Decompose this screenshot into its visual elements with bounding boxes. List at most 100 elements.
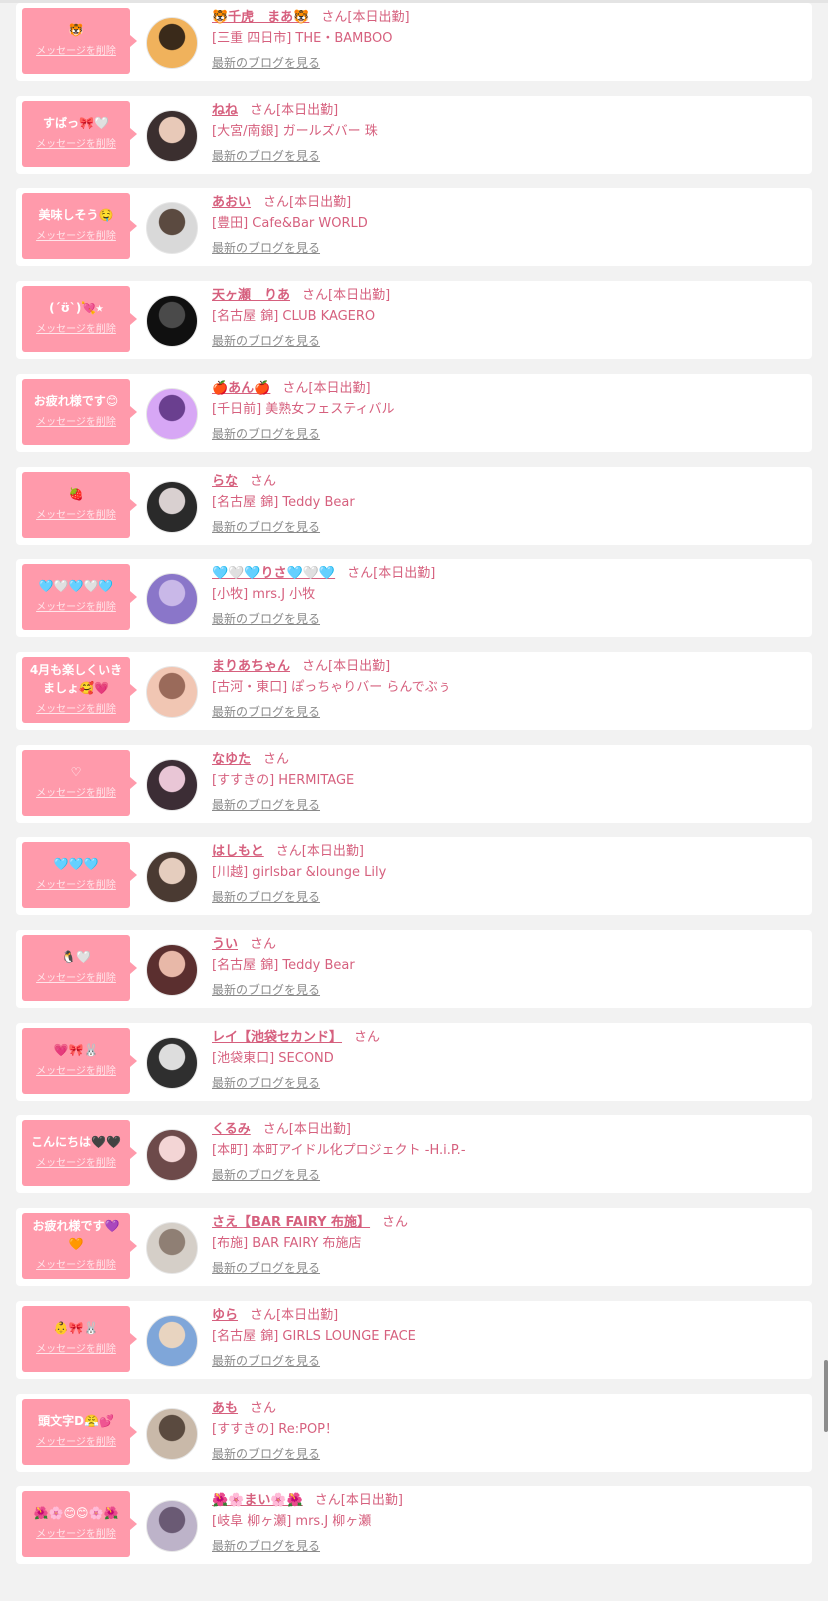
profile-name-link[interactable]: さえ【BAR FAIRY 布施】: [212, 1215, 370, 1230]
shop-name: [小牧] mrs.J 小牧: [212, 587, 316, 603]
profile-name-link[interactable]: あも: [212, 1401, 238, 1416]
delete-message-link[interactable]: メッセージを削除: [36, 507, 116, 525]
avatar[interactable]: [146, 1222, 198, 1275]
avatar[interactable]: [146, 202, 198, 255]
latest-blog-link[interactable]: 最新のブログを見る: [212, 978, 806, 1002]
latest-blog-link[interactable]: 最新のブログを見る: [212, 793, 806, 817]
delete-message-link[interactable]: メッセージを削除: [36, 970, 116, 988]
profile-info: まりあちゃん さん[本日出勤] [古河・東口] ぽっちゃりバー らんでぶぅ 最新の…: [212, 656, 806, 724]
avatar[interactable]: [146, 851, 198, 904]
profile-name-link[interactable]: はしもと: [212, 844, 264, 859]
avatar[interactable]: [146, 944, 198, 996]
profile-name-link[interactable]: あおい: [212, 195, 251, 210]
profile-name-link[interactable]: レイ【池袋セカンド】: [212, 1030, 342, 1045]
delete-message-link[interactable]: メッセージを削除: [36, 701, 116, 719]
message-bubble: 🐯 メッセージを削除: [22, 8, 137, 74]
latest-blog-link[interactable]: 最新のブログを見る: [212, 422, 806, 446]
message-text: 美味しそう🤤: [38, 208, 114, 223]
avatar[interactable]: [146, 387, 198, 440]
latest-blog-link[interactable]: 最新のブログを見る: [212, 1442, 806, 1466]
profile-name-link[interactable]: 🩵🤍🩵りさ🩵🤍🩵: [212, 566, 335, 581]
name-row: らな さん: [212, 471, 806, 493]
avatar[interactable]: [146, 1314, 198, 1367]
name-row: 🐯千虎 まあ🐯 さん[本日出勤]: [212, 7, 806, 29]
latest-blog-link[interactable]: 最新のブログを見る: [212, 1256, 806, 1280]
avatar[interactable]: [146, 1500, 198, 1553]
shop-name: [本町] 本町アイドル化プロジェクト -H.i.P.-: [212, 1143, 466, 1159]
shop-name: [豊田] Cafe&Bar WORLD: [212, 216, 368, 232]
scrollbar-thumb[interactable]: [824, 1360, 828, 1432]
delete-message-link[interactable]: メッセージを削除: [36, 1526, 116, 1544]
delete-message-link[interactable]: メッセージを削除: [36, 1155, 116, 1173]
shop-name: [名古屋 錦] Teddy Bear: [212, 494, 355, 510]
shop-name: [名古屋 錦] GIRLS LOUNGE FACE: [212, 1328, 416, 1344]
avatar[interactable]: [146, 295, 198, 348]
delete-message-link[interactable]: メッセージを削除: [36, 1434, 116, 1452]
profile-name-link[interactable]: なゆた: [212, 752, 251, 767]
latest-blog-link[interactable]: 最新のブログを見る: [212, 1071, 806, 1095]
delete-message-link[interactable]: メッセージを削除: [36, 228, 116, 246]
delete-message-link[interactable]: メッセージを削除: [36, 321, 116, 339]
latest-blog-link[interactable]: 最新のブログを見る: [212, 236, 806, 260]
profile-info: なゆた さん [すすきの] HERMITAGE 最新のブログを見る: [212, 749, 806, 817]
profile-name-link[interactable]: ねね: [212, 103, 238, 118]
profile-info: はしもと さん[本日出勤] [川越] girlsbar &lounge Lily …: [212, 841, 806, 909]
latest-blog-link[interactable]: 最新のブログを見る: [212, 1534, 806, 1558]
list-item: ♡ メッセージを削除 なゆた さん [すすきの] HERMITAGE 最新のブログ…: [16, 744, 812, 823]
profile-name-link[interactable]: まりあちゃん: [212, 659, 290, 674]
profile-name-link[interactable]: 🌺🌸まい🌸🌺: [212, 1493, 303, 1508]
latest-blog-link[interactable]: 最新のブログを見る: [212, 329, 806, 353]
latest-blog-link[interactable]: 最新のブログを見る: [212, 1349, 806, 1373]
delete-message-link[interactable]: メッセージを削除: [36, 1341, 116, 1359]
list-item: 🐯 メッセージを削除 🐯千虎 まあ🐯 さん[本日出勤] [三重 四日市] THE・…: [16, 3, 812, 81]
profile-name-link[interactable]: 🍎あん🍎: [212, 381, 270, 396]
delete-message-link[interactable]: メッセージを削除: [36, 136, 116, 154]
latest-blog-link[interactable]: 最新のブログを見る: [212, 885, 806, 909]
delete-message-link[interactable]: メッセージを削除: [36, 599, 116, 617]
latest-blog-link[interactable]: 最新のブログを見る: [212, 607, 806, 631]
avatar[interactable]: [146, 109, 198, 162]
list-item: 👶🎀🐰 メッセージを削除 ゆら さん[本日出勤] [名古屋 錦] GIRLS LO…: [16, 1300, 812, 1379]
avatar[interactable]: [146, 1036, 198, 1089]
avatar[interactable]: [146, 480, 198, 533]
avatar[interactable]: [146, 1407, 198, 1460]
latest-blog-link[interactable]: 最新のブログを見る: [212, 700, 806, 724]
avatar[interactable]: [146, 573, 198, 626]
profile-name-link[interactable]: うい: [212, 937, 238, 952]
profile-info: レイ【池袋セカンド】 さん [池袋東口] SECOND 最新のブログを見る: [212, 1027, 806, 1095]
delete-message-link[interactable]: メッセージを削除: [36, 785, 116, 803]
message-text: お疲れ様です😊: [33, 393, 119, 408]
message-text: 🍓: [68, 486, 84, 501]
profile-info: ゆら さん[本日出勤] [名古屋 錦] GIRLS LOUNGE FACE 最新の…: [212, 1305, 806, 1373]
avatar[interactable]: [146, 758, 198, 811]
message-text: 🌺🌸😊😊🌸🌺: [33, 1506, 119, 1521]
list-item: 🌺🌸😊😊🌸🌺 メッセージを削除 🌺🌸まい🌸🌺 さん[本日出勤] [岐阜 柳ヶ瀬] …: [16, 1486, 812, 1565]
message-bubble: お疲れ様です💜🧡 メッセージを削除: [22, 1213, 137, 1280]
delete-message-link[interactable]: メッセージを削除: [36, 414, 116, 432]
name-row: ゆら さん[本日出勤]: [212, 1305, 806, 1327]
avatar[interactable]: [146, 665, 198, 718]
profile-name-link[interactable]: くるみ: [212, 1122, 251, 1137]
delete-message-link[interactable]: メッセージを削除: [36, 877, 116, 895]
profile-name-link[interactable]: 🐯千虎 まあ🐯: [212, 10, 309, 25]
latest-blog-link[interactable]: 最新のブログを見る: [212, 144, 806, 168]
avatar[interactable]: [146, 17, 198, 69]
san-label: さん: [263, 195, 290, 211]
name-row: 天ヶ瀬 りあ さん[本日出勤]: [212, 285, 806, 307]
list-item: すばっ🎀🤍 メッセージを削除 ねね さん[本日出勤] [大宮/南銀] ガールズバー…: [16, 95, 812, 174]
latest-blog-link[interactable]: 最新のブログを見る: [212, 1163, 806, 1187]
avatar[interactable]: [146, 1129, 198, 1182]
message-bubble: ♡ メッセージを削除: [22, 749, 137, 816]
profile-name-link[interactable]: らな: [212, 474, 238, 489]
name-row: あも さん: [212, 1398, 806, 1420]
name-row: 🍎あん🍎 さん[本日出勤]: [212, 378, 806, 400]
delete-message-link[interactable]: メッセージを削除: [36, 1257, 116, 1275]
latest-blog-link[interactable]: 最新のブログを見る: [212, 515, 806, 539]
latest-blog-link[interactable]: 最新のブログを見る: [212, 51, 806, 75]
profile-name-link[interactable]: 天ヶ瀬 りあ: [212, 288, 290, 303]
delete-message-link[interactable]: メッセージを削除: [36, 43, 116, 61]
delete-message-link[interactable]: メッセージを削除: [36, 1063, 116, 1081]
profile-name-link[interactable]: ゆら: [212, 1308, 238, 1323]
name-row: あおい さん[本日出勤]: [212, 192, 806, 214]
name-row: まりあちゃん さん[本日出勤]: [212, 656, 806, 678]
